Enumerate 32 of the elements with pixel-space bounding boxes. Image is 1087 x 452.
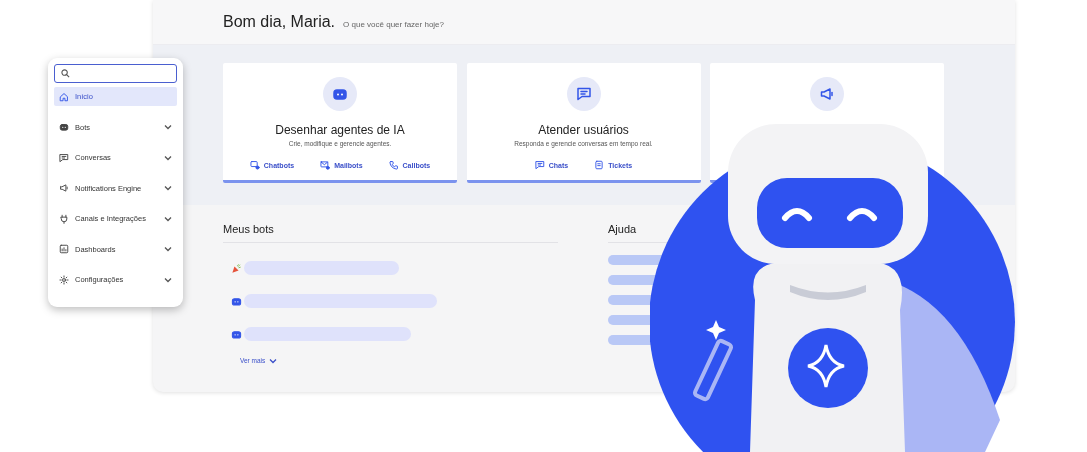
robot-icon: [332, 86, 348, 102]
phone-icon: [388, 160, 399, 170]
chevron-down-icon: [164, 276, 172, 283]
mail-icon: [320, 160, 331, 170]
greeting-title: Bom dia, Maria.: [223, 13, 336, 31]
robot-icon: [231, 328, 242, 340]
megaphone-icon: [59, 183, 69, 193]
chevron-down-icon: [164, 154, 172, 161]
chat-icon: [575, 86, 592, 102]
chevron-down-icon: [269, 357, 278, 364]
plug-icon: [59, 213, 69, 224]
megaphone-icon: [819, 86, 835, 102]
robot-icon: [231, 295, 242, 307]
clipboard-icon: [594, 160, 605, 170]
search-icon: [61, 69, 70, 78]
chevron-down-icon: [164, 185, 172, 191]
card-title: Atender usuários: [538, 123, 629, 137]
chevron-down-icon: [164, 124, 172, 130]
card-title: Desenhar agentes de IA: [275, 123, 405, 137]
greeting-subtitle: O que você quer fazer hoje?: [343, 19, 444, 29]
search-field[interactable]: [54, 64, 177, 83]
party-popper-icon: [231, 262, 242, 274]
settings-icon: [59, 274, 69, 285]
robot-icon: [59, 122, 69, 132]
section-title: Meus bots: [223, 223, 558, 243]
chat-bot-icon: [249, 160, 260, 170]
chevron-down-icon: [164, 246, 172, 252]
chat-icon: [534, 160, 545, 170]
chevron-down-icon: [164, 215, 172, 222]
home-icon: [59, 91, 69, 102]
chat-icon: [59, 152, 69, 163]
chart-icon: [59, 244, 69, 254]
